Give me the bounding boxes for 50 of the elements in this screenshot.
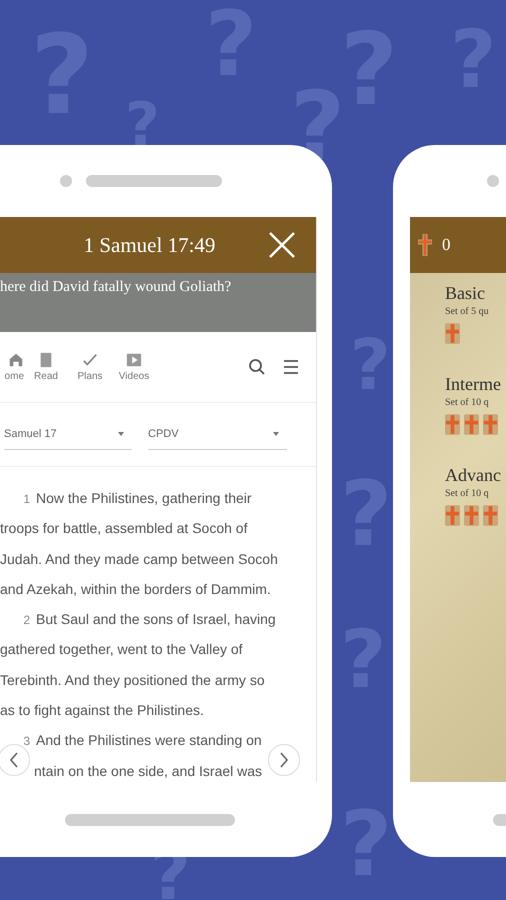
question-mark: ? [350, 330, 391, 400]
caret-icon [118, 432, 124, 436]
nav-item[interactable]: ome [0, 352, 24, 382]
question-mark: ? [340, 20, 398, 120]
nav-item[interactable]: Videos [112, 352, 156, 382]
dropdown[interactable]: CPDV [148, 420, 287, 450]
question-mark: ? [205, 0, 258, 90]
level-title[interactable]: Basic [445, 283, 506, 304]
verse-line: gathered together, went to the Valley of [0, 640, 243, 660]
previous-button[interactable] [0, 744, 30, 776]
question-mark: ? [30, 20, 94, 130]
verse-line: as to fight against the Philistines. [0, 701, 204, 720]
verse-line: Judah. And they made camp between Socoh [0, 550, 278, 569]
search-icon[interactable] [248, 358, 266, 376]
camera-dot [487, 175, 499, 187]
chevron-right-icon [279, 752, 289, 768]
close-icon[interactable] [269, 232, 295, 258]
next-button[interactable] [268, 744, 300, 776]
caret-icon [273, 432, 279, 436]
question-mark: ? [340, 800, 392, 890]
camera-dot [60, 175, 72, 187]
score-text: 0 [442, 235, 450, 255]
level-subtitle: Set of 5 qu [445, 306, 490, 317]
nav-item[interactable]: Plans [68, 352, 112, 382]
nav-item[interactable]: Read [24, 352, 68, 382]
question-mark: ? [340, 470, 392, 560]
chevron-left-icon [9, 752, 19, 768]
menu-icon[interactable] [282, 358, 300, 376]
check-icon [82, 352, 98, 368]
verse-line: Terebinth. And they positioned the army so [0, 670, 265, 690]
question-text: here did David fatally wound Goliath? [0, 279, 232, 296]
book-icon [38, 352, 54, 368]
question-mark: ? [450, 20, 496, 100]
level-subtitle: Set of 10 q [445, 397, 490, 408]
verse-line: 1 Now the Philistines, gathering their [22, 489, 252, 508]
question-mark: ? [340, 620, 386, 700]
home-icon [8, 352, 24, 368]
level-subtitle: Set of 10 q [445, 488, 490, 499]
verse-line: 3 And the Philistines were standing on [22, 731, 262, 750]
header-title: 1 Samuel 17:49 [82, 232, 216, 258]
cross-icon [418, 234, 432, 256]
verse-line: ntain on the one side, and Israel was [34, 762, 262, 781]
dropdown[interactable]: Samuel 17 [4, 420, 132, 450]
level-title[interactable]: Advanc [445, 465, 506, 486]
verse-line: troops for battle, assembled at Socoh of [0, 519, 248, 538]
question-mark: ? [125, 95, 160, 155]
video-icon [126, 352, 142, 368]
verse-line: and Azekah, within the borders of Dammim. [0, 580, 271, 599]
verse-line: 2 But Saul and the sons of Israel, having [22, 610, 276, 630]
level-title[interactable]: Interme [445, 374, 506, 395]
